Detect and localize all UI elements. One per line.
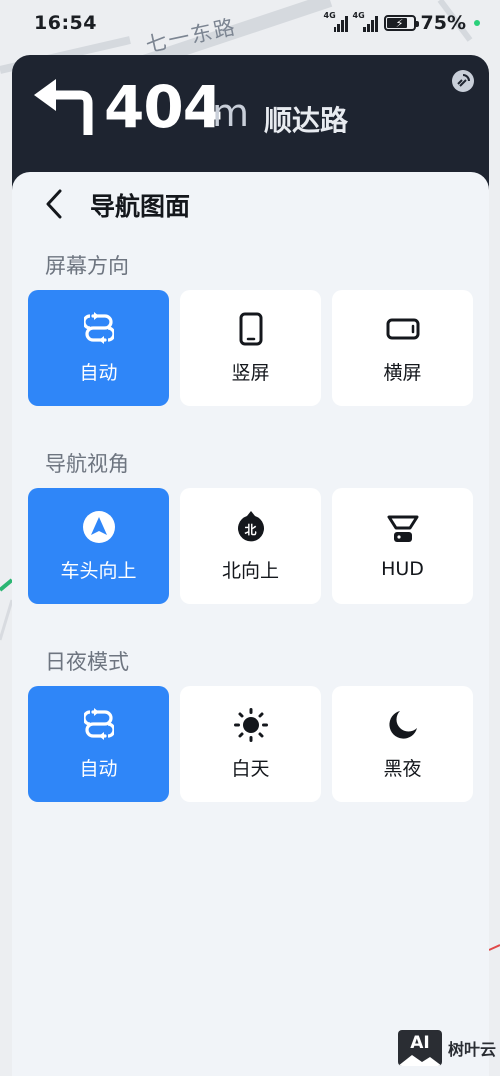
option-label: 横屏 [383,361,422,384]
option-heading-up[interactable]: 车头向上 [28,488,169,604]
navigation-view-options: 车头向上 北 北向上 HUD [28,488,473,604]
sun-icon [233,707,268,742]
cellular-signal-icon: 4G [352,11,379,32]
battery-icon: ⚡ [383,15,419,31]
turn-left-icon [34,79,93,135]
battery-percent: 75% [420,12,466,34]
sheet-title: 导航图面 [90,192,191,221]
watermark-logo: AI [398,1030,442,1066]
watermark: AI 树叶云 [398,1030,496,1066]
option-label: 北向上 [221,559,279,582]
option-mode-day[interactable]: 白天 [180,686,321,802]
status-indicators: 4G 4G ⚡ 75% [323,11,480,34]
option-orientation-portrait[interactable]: 竖屏 [180,290,321,406]
option-mode-auto[interactable]: 自动 [28,686,169,802]
moon-icon [386,708,420,742]
portrait-phone-icon [234,312,268,346]
distance-unit: m [212,91,250,135]
option-orientation-landscape[interactable]: 横屏 [332,290,473,406]
section-label-navigation-view: 导航视角 [45,452,129,476]
signal-label: 4G [352,11,365,20]
watermark-brand: 树叶云 [448,1040,497,1059]
heading-up-icon [82,510,116,544]
section-label-screen-orientation: 屏幕方向 [45,254,129,278]
day-night-mode-options: 自动 白天 黑夜 [28,686,473,802]
option-north-up[interactable]: 北 北向上 [180,488,321,604]
status-time: 16:54 [34,12,97,34]
option-label: 白天 [231,757,270,780]
back-button[interactable] [36,186,72,222]
section-label-day-night-mode: 日夜模式 [45,650,129,674]
option-label: 自动 [79,361,118,384]
status-bar: 16:54 4G 4G ⚡ 75% [0,0,500,46]
option-label: HUD [381,558,424,580]
option-hud[interactable]: HUD [332,488,473,604]
distance-value: 404 [104,73,223,141]
navigation-display-settings-sheet: 导航图面 屏幕方向 自动 竖屏 横屏 导航视角 车头向上 北 北向上 HUD 日… [12,172,489,1076]
sheet-header: 导航图面 [12,172,489,236]
charging-bolt-icon: ⚡ [395,16,404,30]
landscape-phone-icon [386,312,420,346]
north-glyph: 北 [244,523,257,537]
privacy-indicator-dot [474,20,480,26]
gps-signal-icon[interactable] [451,69,475,93]
next-street-name: 顺达路 [264,104,349,137]
option-mode-night[interactable]: 黑夜 [332,686,473,802]
cellular-signal-icon: 4G [323,11,348,32]
option-label: 黑夜 [383,757,422,780]
option-label: 竖屏 [231,361,270,384]
option-orientation-auto[interactable]: 自动 [28,290,169,406]
north-up-icon: 北 [234,510,268,544]
chevron-left-icon [46,189,62,219]
screen-orientation-options: 自动 竖屏 横屏 [28,290,473,406]
signal-label: 4G [323,11,336,20]
hud-icon [386,512,420,546]
watermark-logo-text: AI [410,1033,430,1053]
option-label: 车头向上 [60,559,137,582]
option-label: 自动 [79,757,118,780]
auto-rotate-icon [82,311,116,346]
auto-mode-icon [82,707,116,742]
